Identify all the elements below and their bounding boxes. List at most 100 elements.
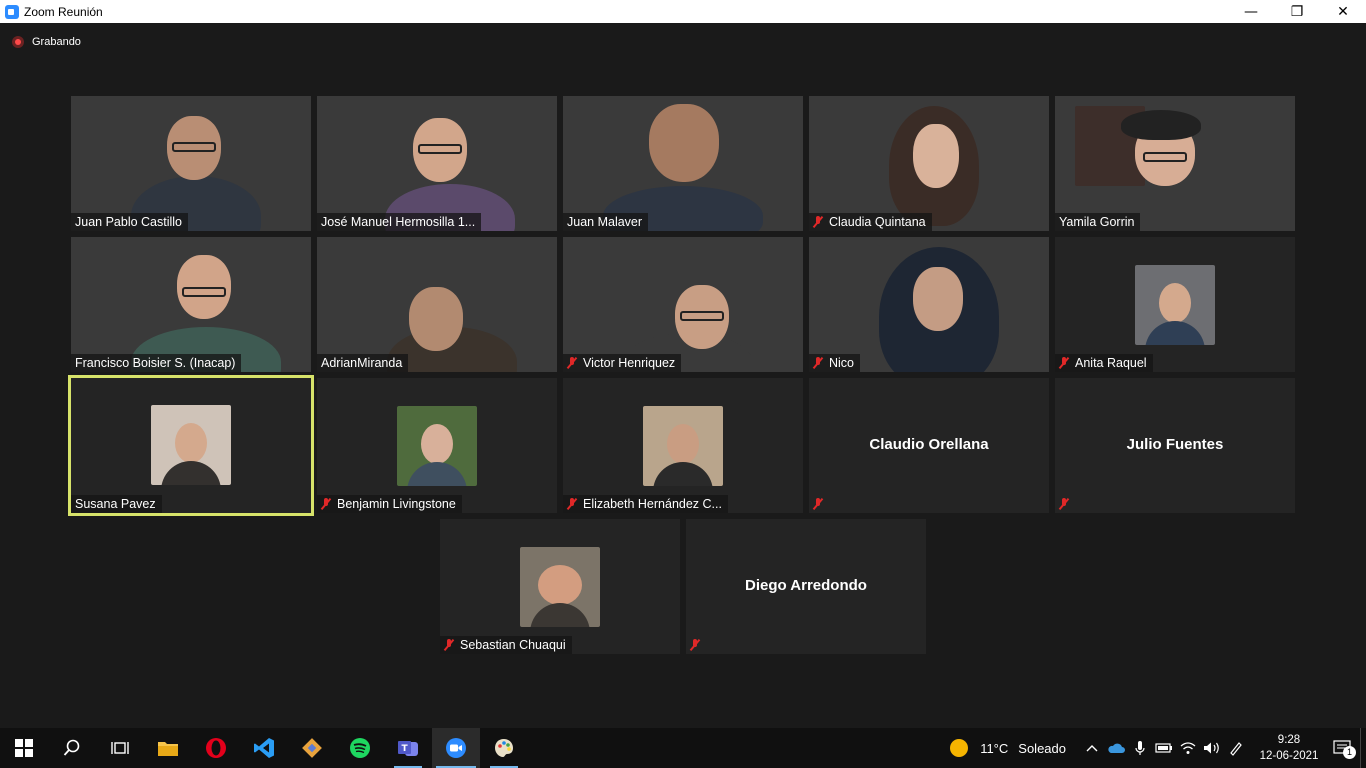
- participant-name: Sebastian Chuaqui: [460, 638, 566, 652]
- volume-icon[interactable]: [1200, 728, 1224, 768]
- participant-tile[interactable]: Nico: [809, 237, 1049, 372]
- battery-icon[interactable]: [1152, 728, 1176, 768]
- clock-date: 12-06-2021: [1259, 750, 1319, 762]
- participant-name-label: AdrianMiranda: [317, 354, 409, 372]
- participant-name: Nico: [829, 356, 855, 370]
- participant-name-label: Victor Henriquez: [563, 354, 682, 372]
- participant-name-label: Nico: [809, 354, 861, 372]
- minimize-button[interactable]: —: [1228, 0, 1274, 23]
- participant-tile[interactable]: José Manuel Hermosilla 1...: [317, 96, 557, 231]
- participant-avatar: [520, 547, 600, 627]
- participant-name-label: Sebastian Chuaqui: [440, 636, 572, 654]
- windows-taskbar: T 11°C Soleado 9:28 12-06-2021 1: [0, 728, 1366, 768]
- taskbar-clock[interactable]: 9:28 12-06-2021: [1254, 732, 1324, 764]
- participant-name-label: [1055, 495, 1081, 513]
- participant-name-label: Benjamin Livingstone: [317, 495, 462, 513]
- search-icon[interactable]: [48, 728, 96, 768]
- spotify-icon[interactable]: [336, 728, 384, 768]
- participant-tile[interactable]: Yamila Gorrin: [1055, 96, 1295, 231]
- mic-muted-icon: [813, 357, 823, 369]
- participant-tile-active-speaker[interactable]: Susana Pavez: [68, 375, 314, 516]
- file-explorer-icon[interactable]: [144, 728, 192, 768]
- record-icon: [12, 36, 24, 48]
- microphone-icon[interactable]: [1128, 728, 1152, 768]
- participant-name-label: [686, 636, 712, 654]
- participant-name: AdrianMiranda: [321, 356, 403, 370]
- mic-muted-icon: [567, 357, 577, 369]
- participant-tile[interactable]: Sebastian Chuaqui: [440, 519, 680, 654]
- git-icon[interactable]: [288, 728, 336, 768]
- beanie: [1121, 110, 1201, 140]
- chevron-up-icon[interactable]: [1080, 728, 1104, 768]
- participant-name-label: Francisco Boisier S. (Inacap): [71, 354, 242, 372]
- participant-tile[interactable]: Benjamin Livingstone: [317, 378, 557, 513]
- participant-name-label: Anita Raquel: [1055, 354, 1153, 372]
- participant-name-label: Juan Malaver: [563, 213, 649, 231]
- participant-tile[interactable]: Anita Raquel: [1055, 237, 1295, 372]
- weather-widget[interactable]: 11°C Soleado: [950, 739, 1066, 757]
- window-title: Zoom Reunión: [24, 4, 103, 19]
- onedrive-cloud-icon[interactable]: [1104, 728, 1128, 768]
- system-tray: 11°C Soleado 9:28 12-06-2021 1: [950, 728, 1366, 768]
- recording-label: Grabando: [32, 36, 81, 48]
- participant-tile[interactable]: AdrianMiranda: [317, 237, 557, 372]
- recording-indicator[interactable]: Grabando: [12, 36, 81, 48]
- participant-display-name: Claudio Orellana: [869, 436, 989, 453]
- mic-muted-icon: [567, 498, 577, 510]
- mic-muted-icon: [813, 216, 823, 228]
- weather-temperature: 11°C: [980, 740, 1009, 756]
- vscode-icon[interactable]: [240, 728, 288, 768]
- close-button[interactable]: ✕: [1320, 0, 1366, 23]
- sun-icon: [950, 739, 969, 757]
- participant-name-label: José Manuel Hermosilla 1...: [317, 213, 482, 231]
- participant-tile[interactable]: Claudio Orellana: [809, 378, 1049, 513]
- participant-name: Yamila Gorrin: [1059, 215, 1135, 229]
- participant-avatar: [151, 405, 231, 485]
- pen-ink-icon[interactable]: [1224, 728, 1248, 768]
- participant-name: Benjamin Livingstone: [337, 497, 456, 511]
- zoom-app-icon: [5, 4, 19, 19]
- participant-tile[interactable]: Juan Pablo Castillo: [71, 96, 311, 231]
- task-view-icon[interactable]: [96, 728, 144, 768]
- participant-name: Juan Malaver: [567, 215, 643, 229]
- participant-avatar: [643, 406, 723, 486]
- participant-name-label: [809, 495, 835, 513]
- participant-name-label: Susana Pavez: [71, 495, 162, 513]
- notification-count-badge: 1: [1343, 746, 1356, 759]
- participant-name-label: Claudia Quintana: [809, 213, 932, 231]
- participant-tile[interactable]: Elizabeth Hernández C...: [563, 378, 803, 513]
- participant-name-label: Yamila Gorrin: [1055, 213, 1141, 231]
- participant-tile[interactable]: Julio Fuentes: [1055, 378, 1295, 513]
- mic-muted-icon: [444, 639, 454, 651]
- notification-center-icon[interactable]: 1: [1324, 728, 1360, 768]
- start-windows-icon[interactable]: [0, 728, 48, 768]
- participant-tile[interactable]: Claudia Quintana: [809, 96, 1049, 231]
- clock-time: 9:28: [1277, 734, 1301, 746]
- participant-tile[interactable]: Juan Malaver: [563, 96, 803, 231]
- paint-icon[interactable]: [480, 728, 528, 768]
- svg-text:T: T: [402, 744, 409, 754]
- participant-name-label: Juan Pablo Castillo: [71, 213, 189, 231]
- participant-name: Claudia Quintana: [829, 215, 926, 229]
- participant-name: Francisco Boisier S. (Inacap): [75, 356, 236, 370]
- mic-muted-icon: [321, 498, 331, 510]
- teams-icon[interactable]: T: [384, 728, 432, 768]
- mic-muted-icon: [1059, 357, 1069, 369]
- window-controls: — ❐ ✕: [1228, 0, 1366, 23]
- participant-name-label: Elizabeth Hernández C...: [563, 495, 728, 513]
- participant-tile[interactable]: Victor Henriquez: [563, 237, 803, 372]
- participant-tile[interactable]: Diego Arredondo: [686, 519, 926, 654]
- participant-name: Juan Pablo Castillo: [75, 215, 183, 229]
- restore-button[interactable]: ❐: [1274, 0, 1320, 23]
- opera-icon[interactable]: [192, 728, 240, 768]
- mic-muted-icon: [690, 639, 700, 651]
- participant-display-name: Julio Fuentes: [1126, 436, 1224, 453]
- show-desktop-button[interactable]: [1360, 728, 1366, 768]
- zoom-taskbar-icon[interactable]: [432, 728, 480, 768]
- participant-name: Susana Pavez: [75, 497, 156, 511]
- wifi-icon[interactable]: [1176, 728, 1200, 768]
- mic-muted-icon: [1059, 498, 1069, 510]
- participant-display-name: Diego Arredondo: [745, 577, 867, 594]
- weather-condition: Soleado: [1018, 740, 1066, 756]
- participant-tile[interactable]: Francisco Boisier S. (Inacap): [71, 237, 311, 372]
